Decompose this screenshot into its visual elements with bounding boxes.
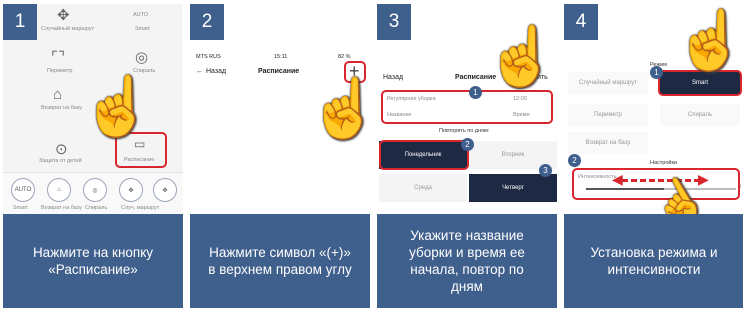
extra-button[interactable]: ✥ <box>153 178 177 202</box>
step-1-screenshot: 1 ✥ Случайный маршрут AUTO Smart ⌜⌝ Пери… <box>3 4 183 214</box>
bottom-random-label: Случ. маршрут <box>121 205 160 211</box>
random-route-label: Случайный маршрут <box>41 26 95 32</box>
home-icon: ⌂ <box>53 86 63 103</box>
page-title: Расписание <box>258 68 300 75</box>
spiral-button[interactable]: ◎ <box>83 178 107 202</box>
bottom-spiral-label: Спираль <box>85 205 108 211</box>
carrier-status: MTS RUS <box>196 54 221 60</box>
back-arrow-icon[interactable]: ← <box>196 68 203 75</box>
pointing-hand-icon: ☝ <box>485 24 557 89</box>
mode-perimeter[interactable]: Периметр <box>568 104 648 126</box>
smart-highlight <box>658 70 742 96</box>
mode-random[interactable]: Случайный маршрут <box>568 72 648 94</box>
badge-1: 1 <box>469 86 482 99</box>
return-base-label: Возврат на базу <box>41 105 83 111</box>
step-2-screenshot: 2 MTS RUS 15:11 82 % ← Назад Расписание … <box>190 4 370 214</box>
bottom-return-label: Возврат на базу <box>41 205 83 211</box>
spiral-icon: ◎ <box>135 49 149 66</box>
name-time-highlight[interactable] <box>381 90 553 124</box>
perimeter-icon: ⌜⌝ <box>51 49 66 66</box>
step-panel-1: 1 ✥ Случайный маршрут AUTO Smart ⌜⌝ Пери… <box>3 4 183 308</box>
move-arrows-icon: ✥ <box>57 7 70 24</box>
settings-header: Настройки <box>650 160 677 166</box>
badge-2: 2 <box>461 138 474 151</box>
day-thursday[interactable]: Четверг <box>469 174 557 202</box>
auto-label: AUTO <box>133 12 149 18</box>
badge-1: 1 <box>650 66 663 79</box>
home-button[interactable]: ⌂ <box>47 178 71 202</box>
pointing-hand-icon: ☝ <box>308 76 370 141</box>
day-wednesday[interactable]: Среда <box>379 174 467 202</box>
child-lock-label: Защита от детей <box>39 158 82 164</box>
pointing-hand-icon: ☝ <box>81 74 154 139</box>
badge-3: 3 <box>539 164 552 177</box>
step-number: 4 <box>564 4 598 40</box>
step-3-screenshot: 3 Назад Расписание Сохранить Регулярная … <box>377 4 557 214</box>
perimeter-label: Периметр <box>47 68 73 74</box>
bottom-toolbar: AUTO ⌂ ◎ ✥ ✥ Smart Возврат на базу Спира… <box>3 172 183 214</box>
pointing-hand-icon: ☝ <box>674 8 743 73</box>
move-button[interactable]: ✥ <box>119 178 143 202</box>
battery-status: 82 % <box>338 54 351 60</box>
step-caption: Нажмите символ «(+)» в верхнем правом уг… <box>208 245 352 277</box>
smart-label: Smart <box>135 26 150 32</box>
repeat-label: Повторять по дням: <box>439 128 490 134</box>
back-link[interactable]: Назад <box>206 68 226 75</box>
mode-spiral[interactable]: Спираль <box>660 104 740 126</box>
step-panel-3: 3 Назад Расписание Сохранить Регулярная … <box>377 4 557 308</box>
arrow-left-icon: ◀ <box>612 171 623 187</box>
auto-mode-button[interactable]: AUTO <box>11 178 35 202</box>
step-caption: Установка режима и интенсивности <box>590 245 718 277</box>
clock-status: 15:11 <box>274 54 288 60</box>
step-panel-4: 4 Режим Случайный маршрут Smart Периметр… <box>564 4 743 308</box>
bottom-smart-label: Smart <box>13 205 28 211</box>
badge-2: 2 <box>568 154 581 167</box>
lock-icon: ⊙ <box>55 141 68 158</box>
back-link[interactable]: Назад <box>383 74 403 81</box>
step-number: 2 <box>190 4 224 40</box>
day-highlight <box>379 140 469 170</box>
step-panel-2: 2 MTS RUS 15:11 82 % ← Назад Расписание … <box>190 4 370 308</box>
step-caption: Нажмите на кнопку «Расписание» <box>32 245 154 277</box>
step-number: 3 <box>377 4 411 40</box>
step-caption: Укажите название уборки и время ее начал… <box>409 228 525 294</box>
mode-return[interactable]: Возврат на базу <box>568 132 648 154</box>
step-4-screenshot: 4 Режим Случайный маршрут Smart Периметр… <box>564 4 743 214</box>
step-number: 1 <box>3 4 37 40</box>
